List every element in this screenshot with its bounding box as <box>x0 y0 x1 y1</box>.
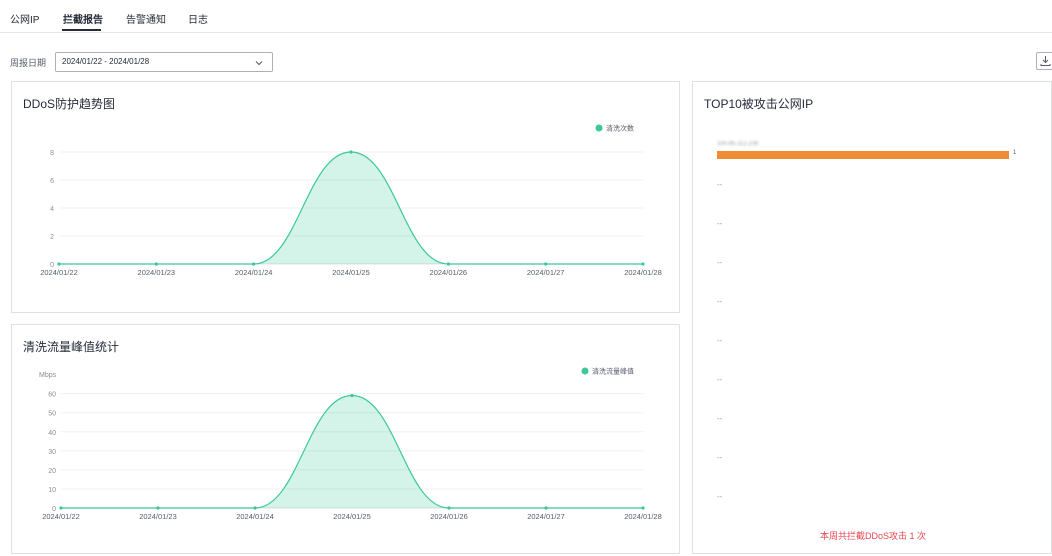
x-tick-label: 2024/01/25 <box>332 268 370 277</box>
report-date-value: 2024/01/22 - 2024/01/28 <box>62 57 150 66</box>
tab-logs[interactable]: 日志 <box>188 11 208 26</box>
top10-title: TOP10被攻击公网IP <box>704 97 814 111</box>
data-point[interactable] <box>447 506 451 510</box>
top10-empty-row: -- <box>717 297 723 306</box>
top10-ip: 100.85.112.239 <box>717 141 759 147</box>
data-point[interactable] <box>641 262 645 266</box>
top10-empty-row: -- <box>717 336 723 345</box>
data-point[interactable] <box>253 506 257 510</box>
x-tick-label: 2024/01/25 <box>333 512 371 521</box>
x-tick-label: 2024/01/28 <box>624 512 662 521</box>
legend-label[interactable]: 清洗流量峰值 <box>592 367 634 376</box>
ddos-trend-chart: 024682024/01/22 2024/01/23 2024/01/24 2024/… <box>40 124 662 278</box>
y-tick-label: 2 <box>50 234 54 241</box>
x-tick-label: 2024/01/22 <box>40 268 78 277</box>
x-tick-label: 2024/01/27 <box>527 512 565 521</box>
top10-empty-row: -- <box>717 375 723 384</box>
tab-interception-report[interactable]: 拦截报告 <box>63 11 103 26</box>
y-tick-label: 4 <box>50 206 54 213</box>
x-tick-label: 2024/01/26 <box>430 268 468 277</box>
legend-marker <box>581 367 589 375</box>
x-tick-label: 2024/01/23 <box>138 268 176 277</box>
weekly-attack-summary: 本周共拦截DDoS攻击 1 次 <box>819 531 926 541</box>
ddos-trend-card: DDoS防护趋势图 0 2 4 6 8 2024/01/22 2024/01/23 2024/… <box>11 81 680 313</box>
data-point[interactable] <box>154 262 158 266</box>
x-tick-label: 2024/01/22 <box>42 512 80 521</box>
data-point[interactable] <box>544 262 548 266</box>
tab-alarm-notification[interactable]: 告警通知 <box>126 11 166 26</box>
top10-bar <box>717 151 1009 159</box>
data-point[interactable] <box>350 393 354 398</box>
x-tick-label: 2024/01/24 <box>235 268 273 277</box>
x-tick-label: 2024/01/27 <box>527 268 565 277</box>
download-icon <box>1040 56 1051 66</box>
y-tick-label: 60 <box>48 392 56 399</box>
data-point[interactable] <box>57 262 61 266</box>
y-tick-label: 50 <box>48 411 56 418</box>
data-point[interactable] <box>544 506 548 510</box>
data-point[interactable] <box>252 262 256 266</box>
x-tick-label: 2024/01/23 <box>139 512 177 521</box>
top10-count: 1 <box>1013 150 1017 156</box>
data-point[interactable] <box>641 506 645 510</box>
chevron-down-icon <box>255 61 263 66</box>
y-tick-label: 40 <box>48 430 56 437</box>
top10-empty-row: -- <box>717 492 723 501</box>
tab-public-ip[interactable]: 公网IP <box>10 11 39 26</box>
top10-empty-row: -- <box>717 219 723 228</box>
top10-empty-row: -- <box>717 258 723 267</box>
y-tick-label: 6 <box>50 178 54 185</box>
y-tick-label: 10 <box>48 487 56 494</box>
data-point[interactable] <box>446 262 450 266</box>
report-date-select[interactable]: 2024/01/22 - 2024/01/28 <box>55 52 273 72</box>
x-tick-label: 2024/01/24 <box>236 512 274 521</box>
report-date-label: 周报日期 <box>10 58 47 68</box>
data-point[interactable] <box>349 150 353 154</box>
top10-row: 100.85.112.239 1 <box>717 141 1017 163</box>
y-tick-label: 8 <box>50 150 54 157</box>
x-tick-label: 2024/01/26 <box>430 512 468 521</box>
legend-marker <box>595 124 603 132</box>
y-tick-label: 20 <box>48 468 56 475</box>
top10-empty-row: -- <box>717 453 723 462</box>
top10-empty-row: -- <box>717 180 723 189</box>
y-axis-unit: Mbps <box>39 372 57 379</box>
data-point[interactable] <box>156 506 160 510</box>
y-tick-label: 30 <box>48 449 56 456</box>
legend-label[interactable]: 清洗次数 <box>606 124 634 133</box>
top10-attacked-ip-card: TOP10被攻击公网IP 100.85.112.239 1 -- -- -- -- --… <box>692 81 1052 554</box>
download-button[interactable] <box>1036 52 1052 70</box>
x-tick-label: 2024/01/28 <box>624 268 662 277</box>
tab-bar: 公网IP 拦截报告 告警通知 日志 <box>0 0 1052 33</box>
active-tab-indicator <box>62 29 101 31</box>
peak-traffic-chart: 0102030405060Mbps2024/01/22 2024/01/23 202… <box>39 367 662 522</box>
peak-traffic-card: 清洗流量峰值统计 0 10 20 30 40 50 60 Mbps 2024/01/22 2024… <box>11 324 680 554</box>
top10-empty-row: -- <box>717 414 723 423</box>
data-point[interactable] <box>59 506 63 510</box>
